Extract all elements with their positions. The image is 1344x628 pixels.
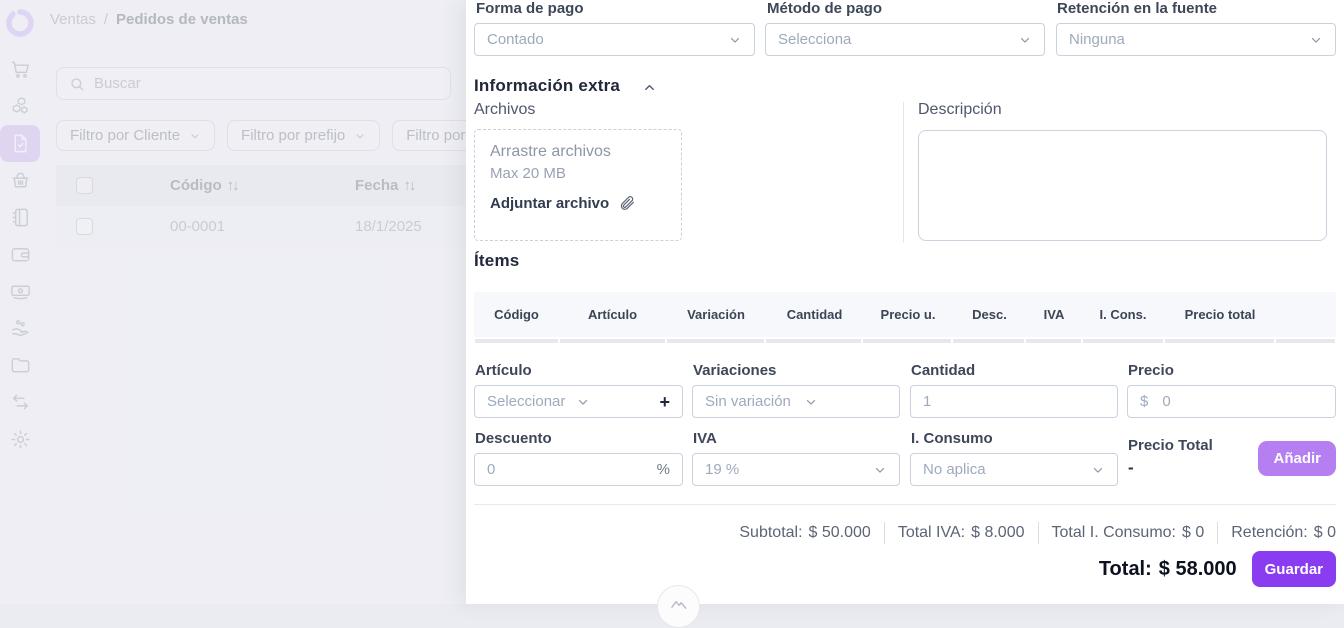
dropzone-hint: Max 20 MB	[490, 165, 681, 182]
forma-de-pago-select[interactable]: Contado	[474, 23, 755, 56]
items-col-articulo: Artículo	[559, 307, 666, 322]
iconsumo-label: I. Consumo	[911, 430, 993, 447]
chevron-down-icon	[576, 395, 590, 409]
collapse-chevron-up-icon[interactable]	[642, 80, 657, 95]
items-col-icons: I. Cons.	[1082, 307, 1164, 322]
items-col-variacion: Variación	[666, 307, 766, 322]
cantidad-input[interactable]: 1	[910, 385, 1118, 418]
precio-label: Precio	[1128, 362, 1174, 379]
subtotal-text: Subtotal:$ 50.000	[739, 524, 870, 542]
mountains-icon	[669, 593, 689, 627]
items-title: Ítems	[474, 251, 519, 271]
summary-separator	[884, 522, 885, 544]
precio-total-label: Precio Total	[1128, 437, 1213, 454]
items-col-precio-u: Precio u.	[863, 307, 953, 322]
chevron-down-icon	[728, 33, 742, 47]
paperclip-icon	[618, 194, 636, 212]
items-col-iva: IVA	[1026, 307, 1082, 322]
attach-file-button[interactable]: Adjuntar archivo	[490, 194, 681, 212]
save-button[interactable]: Guardar	[1252, 551, 1336, 587]
total-iva-text: Total IVA:$ 8.000	[898, 524, 1025, 542]
chevron-down-icon	[873, 463, 887, 477]
retencion-text: Retención:$ 0	[1231, 524, 1336, 542]
forma-de-pago-value: Contado	[487, 31, 544, 48]
precio-total-value: -	[1128, 458, 1134, 478]
articulo-label: Artículo	[475, 362, 532, 379]
metodo-de-pago-select[interactable]: Selecciona	[765, 23, 1045, 56]
items-col-codigo: Código	[474, 307, 559, 322]
archivos-label: Archivos	[474, 101, 535, 119]
percent-suffix: %	[657, 461, 670, 478]
chevron-down-icon	[1309, 33, 1323, 47]
precio-input[interactable]: $ 0	[1127, 385, 1336, 418]
help-widget-button[interactable]	[657, 585, 700, 628]
variaciones-select[interactable]: Sin variación	[692, 385, 900, 418]
sales-order-drawer: Forma de pago Contado Método de pago Sel…	[466, 0, 1344, 604]
metodo-de-pago-value: Selecciona	[778, 31, 851, 48]
precio-value: 0	[1162, 393, 1170, 410]
total-iconsumo-text: Total I. Consumo:$ 0	[1052, 524, 1205, 542]
articulo-select[interactable]: Seleccionar +	[474, 385, 683, 418]
grand-total-text: Total: $ 58.000	[1099, 558, 1237, 581]
metodo-de-pago-label: Método de pago	[767, 0, 882, 17]
dropzone-title: Arrastre archivos	[490, 143, 681, 161]
items-col-cantidad: Cantidad	[766, 307, 863, 322]
descuento-input[interactable]: 0 %	[474, 453, 683, 486]
iva-value: 19 %	[705, 461, 739, 478]
totals-divider	[474, 504, 1336, 505]
descripcion-label: Descripción	[918, 101, 1002, 119]
variaciones-value: Sin variación	[705, 393, 791, 410]
section-divider	[903, 102, 904, 243]
items-col-desc: Desc.	[953, 307, 1026, 322]
items-col-precio-total: Precio total	[1164, 307, 1276, 322]
grand-total-value: $ 58.000	[1159, 558, 1237, 581]
iconsumo-value: No aplica	[923, 461, 986, 478]
cantidad-label: Cantidad	[911, 362, 975, 379]
file-dropzone[interactable]: Arrastre archivos Max 20 MB Adjuntar arc…	[474, 129, 682, 241]
summary-separator	[1038, 522, 1039, 544]
items-table-cell-borders	[474, 339, 1336, 343]
chevron-down-icon	[1091, 463, 1105, 477]
informacion-extra-title: Información extra	[474, 76, 620, 96]
chevron-down-icon	[1018, 33, 1032, 47]
iva-select[interactable]: 19 %	[692, 453, 900, 486]
articulo-value: Seleccionar	[487, 393, 565, 410]
items-table-header: Código Artículo Variación Cantidad Preci…	[474, 292, 1336, 337]
retencion-value: Ninguna	[1069, 31, 1125, 48]
totals-summary: Subtotal:$ 50.000 Total IVA:$ 8.000 Tota…	[474, 519, 1336, 547]
descripcion-textarea[interactable]	[918, 130, 1327, 241]
summary-separator	[1217, 522, 1218, 544]
variaciones-label: Variaciones	[693, 362, 776, 379]
iconsumo-select[interactable]: No aplica	[910, 453, 1118, 486]
descuento-value: 0	[487, 461, 495, 478]
iva-label: IVA	[693, 430, 717, 447]
chevron-down-icon	[804, 395, 818, 409]
total-row: Total: $ 58.000 Guardar	[474, 549, 1336, 589]
retencion-select[interactable]: Ninguna	[1056, 23, 1336, 56]
grand-total-label: Total:	[1099, 558, 1152, 581]
add-item-button[interactable]: Añadir	[1258, 441, 1336, 476]
add-article-icon[interactable]: +	[659, 393, 670, 411]
cantidad-value: 1	[923, 393, 931, 410]
forma-de-pago-label: Forma de pago	[476, 0, 584, 17]
retencion-label: Retención en la fuente	[1057, 0, 1217, 17]
currency-prefix: $	[1140, 393, 1148, 410]
descuento-label: Descuento	[475, 430, 552, 447]
attach-file-label: Adjuntar archivo	[490, 195, 609, 212]
